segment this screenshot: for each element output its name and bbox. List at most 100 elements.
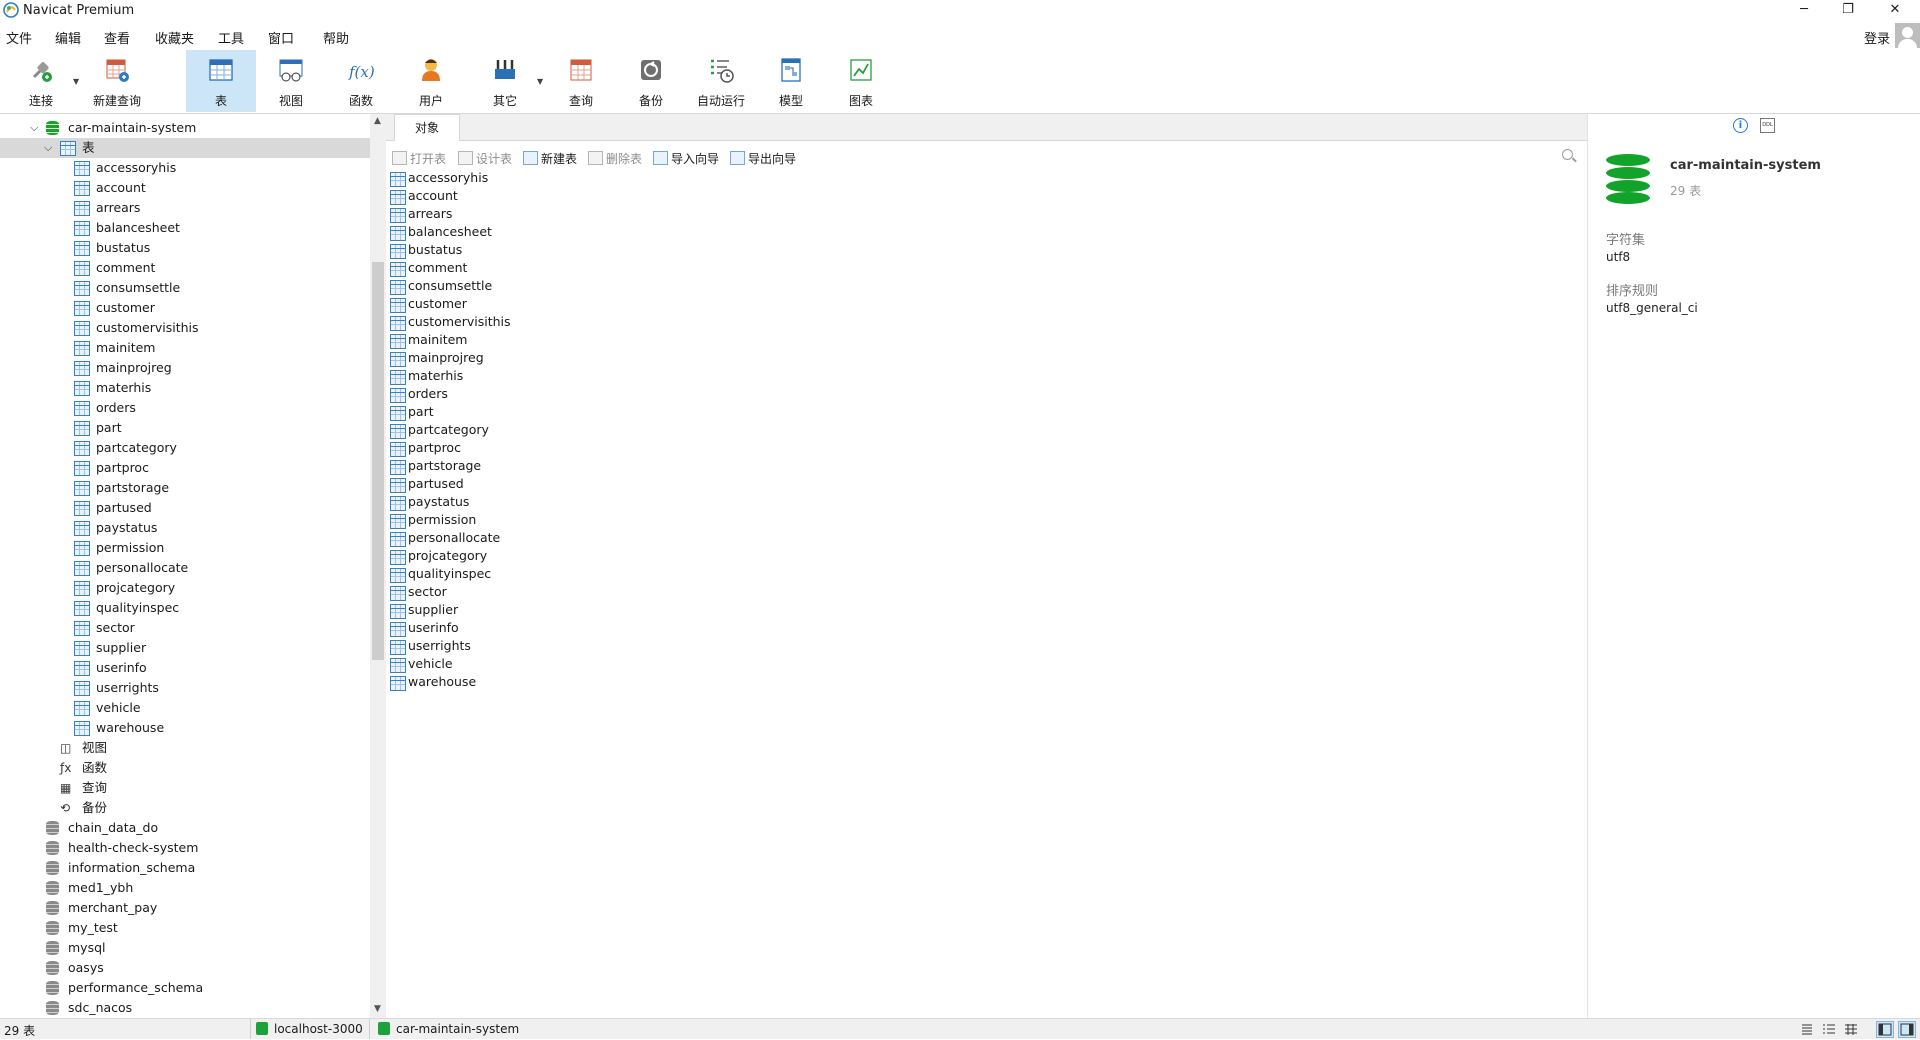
connection-button[interactable]: 连接: [6, 50, 76, 112]
table-icon: [74, 501, 90, 516]
tree-db-item[interactable]: med1_ybh: [0, 878, 370, 898]
tree-node-backup[interactable]: ⟲ 备份: [0, 798, 370, 818]
tree-table-item[interactable]: permission: [0, 538, 370, 558]
tree-table-item[interactable]: part: [0, 418, 370, 438]
tree-node-query[interactable]: ▦ 查询: [0, 778, 370, 798]
model-button[interactable]: 模型: [756, 50, 826, 112]
database-icon: [46, 941, 59, 955]
tree-table-item[interactable]: qualityinspec: [0, 598, 370, 618]
tree-db-item[interactable]: my_test: [0, 918, 370, 938]
grid-view-button[interactable]: [1842, 1021, 1860, 1038]
query-button[interactable]: 查询: [546, 50, 616, 112]
tree-table-item[interactable]: userinfo: [0, 658, 370, 678]
tree-db-item[interactable]: chain_data_do: [0, 818, 370, 838]
tab-strip: 对象: [386, 114, 1587, 141]
design-table-button[interactable]: 设计表: [458, 150, 512, 167]
table-button[interactable]: 表: [186, 50, 256, 112]
toggle-left-pane-button[interactable]: [1876, 1021, 1894, 1038]
new-table-button[interactable]: 新建表: [523, 150, 577, 167]
schedule-button[interactable]: 自动运行: [686, 50, 756, 112]
tree-table-item[interactable]: paystatus: [0, 518, 370, 538]
avatar-icon[interactable]: [1895, 23, 1920, 48]
tree-table-item[interactable]: orders: [0, 398, 370, 418]
scroll-down-icon[interactable]: ▼: [374, 1004, 381, 1014]
tree-scrollbar[interactable]: ▲ ▼: [370, 114, 386, 1018]
tree-tables-node[interactable]: ⌵ 表: [0, 138, 370, 158]
menu-favorites[interactable]: 收藏夹: [155, 28, 194, 47]
menu-edit[interactable]: 编辑: [55, 28, 81, 47]
menu-tools[interactable]: 工具: [218, 28, 244, 47]
other-dropdown-icon[interactable]: ▼: [537, 77, 543, 86]
tree-table-item[interactable]: consumsettle: [0, 278, 370, 298]
toggle-right-pane-button[interactable]: [1898, 1021, 1916, 1038]
tree-db-item[interactable]: merchant_pay: [0, 898, 370, 918]
tree-table-item[interactable]: sector: [0, 618, 370, 638]
detail-view-button[interactable]: [1820, 1021, 1838, 1038]
tree-table-item[interactable]: supplier: [0, 638, 370, 658]
menu-view[interactable]: 查看: [104, 28, 130, 47]
menu-help[interactable]: 帮助: [323, 28, 349, 47]
table-icon: [74, 601, 90, 616]
connection-dropdown-icon[interactable]: ▼: [73, 77, 79, 86]
tree-table-item[interactable]: vehicle: [0, 698, 370, 718]
open-table-button[interactable]: 打开表: [392, 150, 446, 167]
list-view-button[interactable]: [1798, 1021, 1816, 1038]
tree-table-item[interactable]: materhis: [0, 378, 370, 398]
tree-db-item[interactable]: health-check-system: [0, 838, 370, 858]
tree-db-item[interactable]: mysql: [0, 938, 370, 958]
menu-file[interactable]: 文件: [6, 28, 32, 47]
tree-table-item[interactable]: balancesheet: [0, 218, 370, 238]
chart-button[interactable]: 图表: [826, 50, 896, 112]
tree-table-item[interactable]: userrights: [0, 678, 370, 698]
user-icon: [422, 59, 440, 81]
restore-button[interactable]: ❐: [1826, 0, 1870, 22]
function-button[interactable]: f(x) 函数: [326, 50, 396, 112]
info-icon[interactable]: i: [1733, 118, 1748, 133]
tree-table-item[interactable]: customer: [0, 298, 370, 318]
close-button[interactable]: ✕: [1873, 0, 1917, 22]
scroll-thumb[interactable]: [372, 262, 384, 660]
export-wizard-button[interactable]: 导出向导: [730, 150, 796, 167]
tree-table-item[interactable]: bustatus: [0, 238, 370, 258]
new-query-button[interactable]: 新建查询: [82, 50, 152, 112]
tree-table-item[interactable]: partused: [0, 498, 370, 518]
tree-table-item[interactable]: mainitem: [0, 338, 370, 358]
tree-db-item[interactable]: oasys: [0, 958, 370, 978]
view-button[interactable]: 视图: [256, 50, 326, 112]
tree-table-item[interactable]: accessoryhis: [0, 158, 370, 178]
tree-table-item[interactable]: partstorage: [0, 478, 370, 498]
delete-table-button[interactable]: 删除表: [588, 150, 642, 167]
import-wizard-button[interactable]: 导入向导: [653, 150, 719, 167]
tree-db-item[interactable]: performance_schema: [0, 978, 370, 998]
tree-db-item[interactable]: sdc_nacos: [0, 998, 370, 1018]
tree-table-item[interactable]: partcategory: [0, 438, 370, 458]
tree-table-item[interactable]: customervisithis: [0, 318, 370, 338]
tree-table-item[interactable]: personallocate: [0, 558, 370, 578]
tree-db-active[interactable]: ⌵ car-maintain-system: [0, 118, 370, 138]
scroll-up-icon[interactable]: ▲: [374, 116, 381, 126]
search-icon[interactable]: [1562, 149, 1573, 160]
menu-window[interactable]: 窗口: [268, 28, 294, 47]
tab-objects[interactable]: 对象: [394, 114, 460, 141]
collapse-chevron-icon[interactable]: ⌵: [30, 118, 38, 138]
tree-table-item[interactable]: comment: [0, 258, 370, 278]
user-button[interactable]: 用户: [396, 50, 466, 112]
tree-db-item[interactable]: information_schema: [0, 858, 370, 878]
ddl-icon[interactable]: DDL: [1760, 118, 1775, 133]
backup-button[interactable]: 备份: [616, 50, 686, 112]
tree-node-function[interactable]: ƒx 函数: [0, 758, 370, 778]
other-button[interactable]: 其它: [470, 50, 540, 112]
tree-node-view[interactable]: ◫ 视图: [0, 738, 370, 758]
tree-table-item[interactable]: account: [0, 178, 370, 198]
table-icon: [74, 201, 90, 216]
view-icon: ◫: [60, 741, 72, 755]
tree-table-item[interactable]: warehouse: [0, 718, 370, 738]
collapse-chevron-icon[interactable]: ⌵: [44, 138, 52, 158]
minimize-button[interactable]: ─: [1782, 0, 1826, 22]
tree-table-item[interactable]: projcategory: [0, 578, 370, 598]
design-table-icon: [458, 151, 473, 165]
tree-table-item[interactable]: arrears: [0, 198, 370, 218]
login-link[interactable]: 登录: [1864, 28, 1890, 47]
tree-table-item[interactable]: partproc: [0, 458, 370, 478]
tree-table-item[interactable]: mainprojreg: [0, 358, 370, 378]
